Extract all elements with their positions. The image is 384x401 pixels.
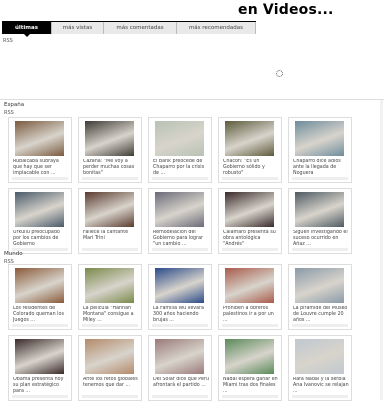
tab-most-recommended-label: más recomendadas: [188, 25, 244, 31]
video-thumbnail[interactable]: [85, 121, 134, 156]
rss-link-top[interactable]: RSS: [3, 38, 13, 44]
tab-latest[interactable]: últimas: [2, 22, 52, 37]
card-shadow: [82, 177, 138, 180]
tab-most-commented[interactable]: más comentadas: [104, 22, 177, 34]
card-shadow: [82, 324, 138, 327]
video-card[interactable]: Nadal espera ganar en Miami tras dos fin…: [218, 335, 282, 401]
video-thumbnail[interactable]: [225, 268, 274, 303]
card-shadow: [292, 248, 348, 251]
content-top-divider: [0, 99, 384, 100]
tab-most-recommended[interactable]: más recomendadas: [177, 22, 256, 34]
video-caption[interactable]: Calamaro presenta su obra antológica "An…: [223, 230, 279, 248]
card-shadow: [152, 324, 208, 327]
video-card[interactable]: Rafa Nadal y la serbia Ana Ivanovic se r…: [288, 335, 352, 401]
card-shadow: [152, 177, 208, 180]
video-thumbnail[interactable]: [295, 121, 344, 156]
video-thumbnail[interactable]: [295, 339, 344, 374]
video-thumbnail[interactable]: [85, 192, 134, 227]
video-card[interactable]: El Bank preocede de Chaparro por la cris…: [148, 117, 212, 183]
video-thumbnail[interactable]: [155, 192, 204, 227]
video-caption[interactable]: Obama presenta hoy su plan estratégico p…: [13, 377, 69, 395]
video-thumbnail[interactable]: [295, 192, 344, 227]
right-scroll-track[interactable]: [380, 100, 383, 400]
card-shadow: [12, 177, 68, 180]
video-caption[interactable]: Los residentes de Colorado queman los Ju…: [13, 306, 69, 324]
video-thumbnail[interactable]: [15, 268, 64, 303]
video-caption[interactable]: Rafa Nadal y la serbia Ana Ivanovic se r…: [293, 377, 349, 395]
video-card[interactable]: La película "Hannah Montana" consigue a …: [78, 264, 142, 330]
card-shadow: [222, 395, 278, 398]
video-thumbnail[interactable]: [85, 268, 134, 303]
video-caption[interactable]: Siguen investigando el suceso ocurrido e…: [293, 230, 349, 248]
card-shadow: [222, 248, 278, 251]
video-caption[interactable]: Chaparro dice adiós ante la llegada de N…: [293, 159, 349, 177]
video-caption[interactable]: Remodelación del Gobierno para lograr "u…: [153, 230, 209, 248]
card-shadow: [222, 177, 278, 180]
video-card[interactable]: Del Sólar dice que Perú afrontará el par…: [148, 335, 212, 401]
video-card[interactable]: Siguen investigando el suceso ocurrido e…: [288, 188, 352, 254]
card-shadow: [12, 395, 68, 398]
video-caption[interactable]: Nadal espera ganar en Miami tras dos fin…: [223, 377, 279, 395]
video-thumbnail[interactable]: [225, 192, 274, 227]
video-card[interactable]: La pirámide del Museo de Louvre cumple 2…: [288, 264, 352, 330]
tab-most-viewed[interactable]: más vistas: [52, 22, 104, 34]
section-label-mundo: Mundo: [4, 251, 23, 257]
tab-latest-label: últimas: [14, 25, 39, 31]
video-caption[interactable]: La pirámide del Museo de Louvre cumple 2…: [293, 306, 349, 324]
video-card[interactable]: Fallece la cantante Mari Trini: [78, 188, 142, 254]
video-thumbnail[interactable]: [85, 339, 134, 374]
video-thumbnail[interactable]: [225, 339, 274, 374]
video-grid-mundo: Los residentes de Colorado queman los Ju…: [8, 264, 354, 401]
card-shadow: [292, 324, 348, 327]
video-caption[interactable]: La Familia Wu llevará 300 años haciendo …: [153, 306, 209, 324]
card-shadow: [292, 177, 348, 180]
video-caption[interactable]: La película "Hannah Montana" consigue a …: [83, 306, 139, 324]
video-caption[interactable]: Chacón: "Es un Gobierno sólido y robusto…: [223, 159, 279, 177]
video-caption[interactable]: Cazaña: "Me voy a perder muchas cosas bo…: [83, 159, 139, 177]
video-caption[interactable]: Prohíben a obreros palestinos ir a por u…: [223, 306, 279, 324]
video-caption[interactable]: Urkullu preocupado por los cambios de Go…: [13, 230, 69, 248]
card-shadow: [12, 324, 68, 327]
card-shadow: [82, 395, 138, 398]
video-grid-espana: Rubalcaba subraya que hay que ser implac…: [8, 117, 354, 254]
video-thumbnail[interactable]: [15, 339, 64, 374]
video-card[interactable]: La Familia Wu llevará 300 años haciendo …: [148, 264, 212, 330]
active-tab-arrow-icon: [23, 34, 30, 37]
video-thumbnail[interactable]: [155, 339, 204, 374]
card-shadow: [152, 395, 208, 398]
video-card[interactable]: Prohíben a obreros palestinos ir a por u…: [218, 264, 282, 330]
card-shadow: [292, 395, 348, 398]
video-card[interactable]: Cazaña: "Me voy a perder muchas cosas bo…: [78, 117, 142, 183]
rss-link-espana[interactable]: RSS: [4, 110, 14, 116]
video-thumbnail[interactable]: [155, 268, 204, 303]
loading-spinner-icon: [276, 70, 283, 77]
video-card[interactable]: Urkullu preocupado por los cambios de Go…: [8, 188, 72, 254]
card-shadow: [82, 248, 138, 251]
tab-most-commented-label: más comentadas: [116, 25, 164, 31]
video-card[interactable]: Chaparro dice adiós ante la llegada de N…: [288, 117, 352, 183]
video-thumbnail[interactable]: [225, 121, 274, 156]
video-card[interactable]: Chacón: "Es un Gobierno sólido y robusto…: [218, 117, 282, 183]
page-title: en Videos...: [238, 2, 334, 18]
video-card[interactable]: Obama presenta hoy su plan estratégico p…: [8, 335, 72, 401]
video-thumbnail[interactable]: [15, 121, 64, 156]
video-card[interactable]: Rubalcaba subraya que hay que ser implac…: [8, 117, 72, 183]
video-thumbnail[interactable]: [15, 192, 64, 227]
video-caption[interactable]: Del Sólar dice que Perú afrontará el par…: [153, 377, 209, 395]
video-card[interactable]: Los residentes de Colorado queman los Ju…: [8, 264, 72, 330]
card-shadow: [152, 248, 208, 251]
video-card[interactable]: Remodelación del Gobierno para lograr "u…: [148, 188, 212, 254]
card-shadow: [222, 324, 278, 327]
video-caption[interactable]: Rubalcaba subraya que hay que ser implac…: [13, 159, 69, 177]
video-caption[interactable]: El Bank preocede de Chaparro por la cris…: [153, 159, 209, 177]
video-card[interactable]: Calamaro presenta su obra antológica "An…: [218, 188, 282, 254]
video-card[interactable]: Ante los retos globales tenemos que dar …: [78, 335, 142, 401]
video-thumbnail[interactable]: [295, 268, 344, 303]
video-caption[interactable]: Fallece la cantante Mari Trini: [83, 230, 139, 248]
section-label-espana: España: [4, 102, 25, 108]
video-caption[interactable]: Ante los retos globales tenemos que dar …: [83, 377, 139, 395]
tab-most-viewed-label: más vistas: [62, 25, 93, 31]
video-thumbnail[interactable]: [155, 121, 204, 156]
